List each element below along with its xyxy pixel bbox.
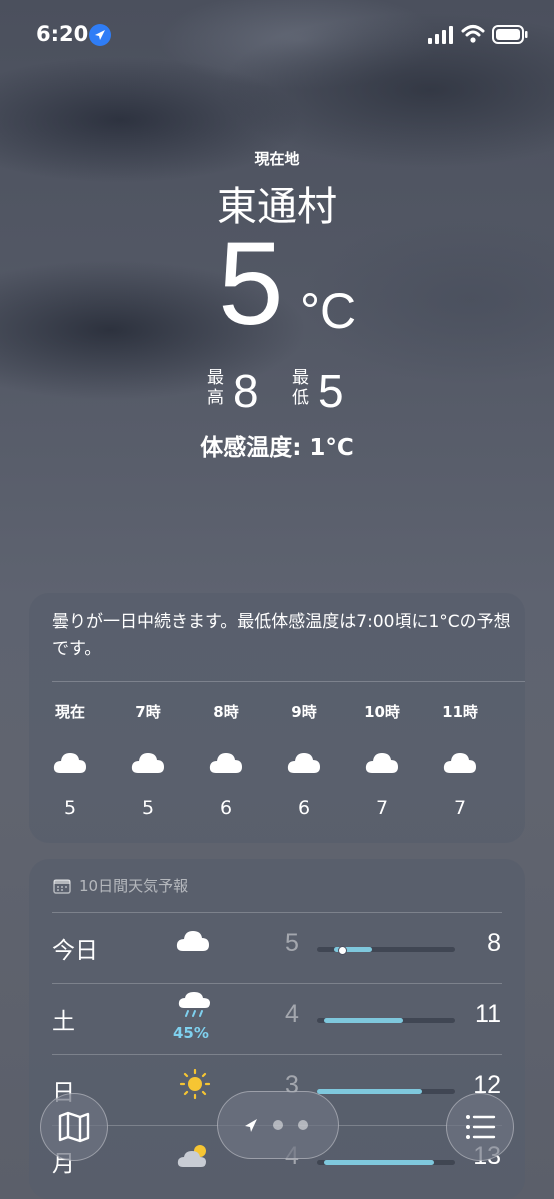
high-value: 8: [233, 365, 259, 417]
hour-temperature: 6: [219, 797, 233, 819]
divider: [52, 681, 525, 682]
low-value: 5: [318, 365, 344, 417]
forecast-day: 今日: [52, 938, 98, 964]
partly-cloudy-icon: [175, 1140, 215, 1170]
temperature-range-bar: [317, 1160, 455, 1165]
current-temperature: 5: [218, 218, 284, 350]
page-dot: [298, 1120, 308, 1130]
forecast-row[interactable]: 今日 5 8: [29, 913, 525, 984]
hour-column: 8時 6: [196, 701, 256, 819]
battery-icon: [492, 25, 528, 44]
high-temperature: 11: [475, 1000, 501, 1028]
location-label: 現在地: [254, 150, 300, 168]
temperature-range-bar: [317, 1018, 455, 1023]
city-list-button[interactable]: [446, 1093, 514, 1161]
hour-temperature: 7: [375, 797, 389, 819]
feels-like: 体感温度: 1°C: [200, 435, 354, 461]
hour-label: 7時: [135, 703, 161, 721]
forecast-summary: 曇りが一日中続きます。最低体感温度は7:00頃に1°Cの予想です。: [52, 612, 511, 659]
low-temperature: 5: [285, 929, 299, 957]
current-temperature-dot: [337, 946, 347, 955]
location-arrow-icon: [245, 1119, 257, 1132]
hour-temperature: 5: [63, 797, 77, 819]
cloud-icon: [442, 749, 478, 775]
location-services-icon: [89, 24, 111, 46]
hour-label: 現在: [54, 703, 85, 721]
rain-cloud-icon: [175, 990, 215, 1020]
temperature-range-fill: [323, 1160, 435, 1165]
list-icon: [466, 1115, 496, 1139]
hour-label: 11時: [442, 703, 478, 721]
high-label: 最高: [207, 368, 224, 408]
hour-column: 現在 5: [40, 701, 100, 819]
ten-day-title: 10日間天気予報: [53, 875, 188, 896]
calendar-icon: [53, 878, 71, 894]
high-temperature: 8: [487, 929, 501, 957]
hour-column: 9時 6: [274, 701, 334, 819]
cloud-icon: [364, 749, 400, 775]
cloud-icon: [175, 927, 215, 957]
sun-icon: [175, 1068, 215, 1100]
hour-temperature: 7: [453, 797, 467, 819]
ten-day-title-text: 10日間天気予報: [79, 877, 189, 895]
hour-temperature: 6: [297, 797, 311, 819]
cloud-icon: [52, 749, 88, 775]
wifi-icon: [461, 25, 485, 43]
page-indicator[interactable]: [217, 1091, 339, 1159]
hour-column: 7時 5: [118, 701, 178, 819]
forecast-row[interactable]: 土 45% 4 11: [29, 984, 525, 1055]
hour-column: 11時 7: [430, 701, 490, 819]
page-dot: [273, 1120, 283, 1130]
temperature-unit: °C: [300, 283, 357, 339]
map-icon: [58, 1111, 90, 1143]
hourly-forecast-card[interactable]: 曇りが一日中続きます。最低体感温度は7:00頃に1°Cの予想です。 現在 5 7時 5…: [29, 593, 525, 843]
map-button[interactable]: [40, 1093, 108, 1161]
hour-label: 9時: [291, 703, 317, 721]
precipitation-chance: 45%: [173, 1024, 209, 1042]
cloud-icon: [130, 749, 166, 775]
status-bar: 6:20: [0, 0, 554, 70]
hour-temperature: 5: [141, 797, 155, 819]
status-time: 6:20: [36, 22, 89, 46]
cellular-signal-icon: [428, 26, 453, 44]
temperature-range-fill: [323, 1018, 403, 1023]
low-label: 最低: [292, 368, 309, 408]
cloud-icon: [208, 749, 244, 775]
forecast-day: 土: [52, 1009, 75, 1035]
cloud-icon: [286, 749, 322, 775]
hour-column: 10時 7: [352, 701, 412, 819]
low-temperature: 4: [285, 1000, 299, 1028]
temperature-range-bar: [317, 946, 455, 955]
hour-label: 8時: [213, 703, 239, 721]
hour-label: 10時: [364, 703, 400, 721]
